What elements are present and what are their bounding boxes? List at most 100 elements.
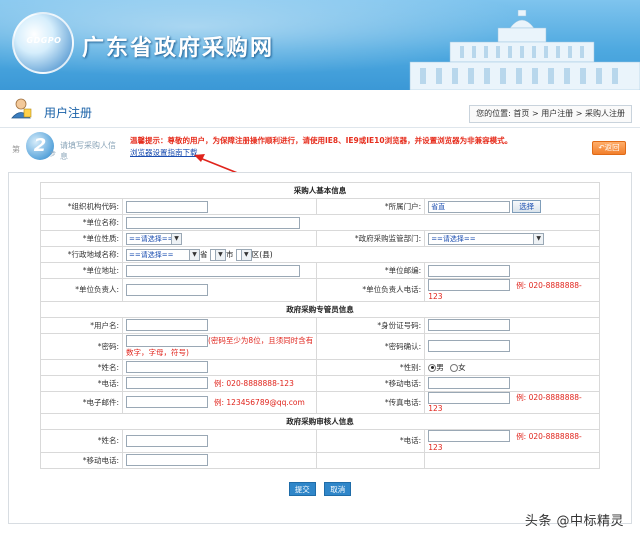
empty-cell: [316, 451, 426, 469]
id-number-label: *身份证号码:: [316, 316, 426, 334]
site-title[interactable]: 广东省政府采购网: [82, 30, 274, 62]
email-hint: 例: 123456789@qq.com: [214, 397, 305, 407]
id-number-input[interactable]: [428, 319, 511, 331]
step-indicator: 第 2 步 请填写采购人信息: [10, 132, 122, 162]
supervisor-label: *政府采购监管部门:: [316, 230, 426, 247]
submit-button[interactable]: 提交: [288, 482, 316, 496]
step-prefix: 第: [12, 145, 20, 154]
form-row: *电话: 例: 020-8888888-123 *移动电话:: [40, 374, 600, 392]
leader-input[interactable]: [126, 283, 208, 296]
portal-cell: 省直 选择: [424, 198, 600, 215]
username-input[interactable]: [126, 319, 208, 331]
building-spire: [517, 10, 527, 17]
leader-phone-input[interactable]: [428, 279, 511, 291]
site-header: GDGPO 广东省政府采购网: [0, 0, 640, 90]
county-select[interactable]: ▼: [235, 248, 252, 261]
building-base: [409, 61, 640, 90]
unit-nature-cell: ==请选择== ▼: [121, 230, 318, 247]
auditor-tel-label: *电话:: [316, 429, 426, 453]
city-select[interactable]: ▼: [209, 248, 226, 261]
auditor-tel-input[interactable]: [428, 430, 511, 442]
password-input[interactable]: [126, 334, 208, 347]
fax-label: *传真电话:: [316, 390, 426, 414]
mobile-cell: [424, 374, 600, 392]
postcode-label: *单位邮编:: [316, 262, 426, 279]
password-confirm-input[interactable]: [428, 340, 511, 352]
form-row: *组织机构代码: *所属门户: 省直 选择: [40, 198, 600, 215]
tel-input[interactable]: [126, 377, 208, 389]
browser-guide-download-link[interactable]: 浏览器设置指南下载: [130, 147, 198, 158]
province-select[interactable]: ==请选择== ▼: [126, 248, 200, 261]
name-label: *姓名:: [40, 358, 123, 376]
unit-name-label: *单位名称:: [40, 214, 123, 231]
fax-cell: 例: 020-8888888-123: [424, 390, 600, 414]
select-button[interactable]: 选择: [512, 200, 542, 213]
gender-label: *性别:: [316, 358, 426, 376]
form-row: *单位负责人: *单位负责人电话: 例: 020-8888888-123: [40, 278, 600, 302]
unit-nature-select[interactable]: ==请选择== ▼: [126, 232, 182, 245]
unit-name-input[interactable]: [126, 216, 300, 229]
portal-input[interactable]: 省直: [428, 200, 511, 213]
address-input[interactable]: [126, 264, 300, 277]
leader-label: *单位负责人:: [40, 278, 123, 302]
mobile-input[interactable]: [428, 377, 511, 389]
notice-text: 温馨提示：尊敬的用户，为保障注册操作顺利进行，请使用IE8、IE9或IE10浏览…: [130, 136, 513, 145]
form-row: *单位名称:: [40, 214, 600, 231]
leader-phone-cell: 例: 020-8888888-123: [424, 278, 600, 302]
chevron-down-icon: ▼: [214, 249, 225, 260]
breadcrumb[interactable]: 您的位置: 首页 > 用户注册 > 采购人注册: [469, 105, 632, 123]
gender-male-radio[interactable]: [428, 363, 437, 372]
gender-cell: 男 女: [424, 358, 600, 376]
gender-male-label: 男: [436, 362, 444, 372]
form-row: *单位性质: ==请选择== ▼ *政府采购监管部门: ==请选择== ▼: [40, 230, 600, 247]
org-code-cell: [121, 198, 318, 215]
org-code-input[interactable]: [126, 200, 208, 213]
password-confirm-label: *密码确认:: [316, 332, 426, 360]
unit-name-cell: [122, 214, 600, 231]
back-button[interactable]: ↶返回: [592, 141, 626, 155]
email-cell: 例: 123456789@qq.com: [121, 390, 318, 414]
name-input[interactable]: [126, 361, 208, 373]
chevron-down-icon: ▼: [189, 249, 199, 260]
section-admin: 政府采购专管员信息: [40, 300, 600, 318]
fax-input[interactable]: [428, 391, 511, 404]
chevron-down-icon: ▼: [533, 233, 544, 244]
leader-cell: [121, 278, 318, 302]
watermark: 头条 @中标精灵: [524, 514, 624, 529]
form-row: *单位地址: *单位邮编:: [40, 262, 600, 279]
section-title: 采购人基本信息: [40, 182, 600, 199]
section-basic: 采购人基本信息: [40, 182, 600, 199]
unit-nature-label: *单位性质:: [40, 230, 123, 247]
address-label: *单位地址:: [40, 262, 123, 279]
step-suffix: 步: [50, 151, 57, 158]
auditor-name-cell: [121, 429, 318, 453]
region-cell: ==请选择== ▼ 省 ▼ 市 ▼ 区(县): [122, 246, 600, 263]
logo-text: GDGPO: [26, 36, 62, 45]
postcode-input[interactable]: [428, 264, 511, 277]
form-row: *行政地域名称: ==请选择== ▼ 省 ▼ 市 ▼ 区(县): [40, 246, 600, 263]
auditor-name-input[interactable]: [126, 434, 208, 447]
auditor-mobile-label: *移动电话:: [40, 451, 123, 469]
leader-phone-label: *单位负责人电话:: [316, 278, 426, 302]
user-icon: [11, 98, 32, 119]
gender-female-radio[interactable]: [450, 363, 459, 372]
page-title: 用户注册: [44, 106, 93, 120]
org-code-label: *组织机构代码:: [40, 198, 123, 215]
step-label: 请填写采购人信息: [60, 141, 116, 161]
form-row: *姓名: *电话: 例: 020-8888888-123: [40, 429, 600, 453]
section-auditor: 政府采购审核人信息: [40, 413, 600, 430]
cancel-button[interactable]: 取消: [324, 482, 352, 496]
auditor-mobile-input[interactable]: [126, 454, 208, 466]
auditor-mobile-cell: [121, 451, 318, 469]
county-label: 区(县): [251, 249, 273, 259]
building-illustration: [409, 10, 640, 90]
password-hint-a: (密码至少为8位，且须同时含有: [208, 335, 314, 345]
password-hint-b: 数字，字母，符号): [126, 347, 189, 357]
form-row: *姓名: *性别: 男 女: [40, 358, 600, 376]
supervisor-select[interactable]: ==请选择== ▼: [428, 232, 545, 245]
email-input[interactable]: [126, 396, 208, 409]
password-confirm-cell: [424, 332, 600, 360]
chevron-down-icon: ▼: [240, 249, 251, 260]
auditor-name-label: *姓名:: [40, 429, 123, 453]
tel-label: *电话:: [40, 374, 123, 392]
